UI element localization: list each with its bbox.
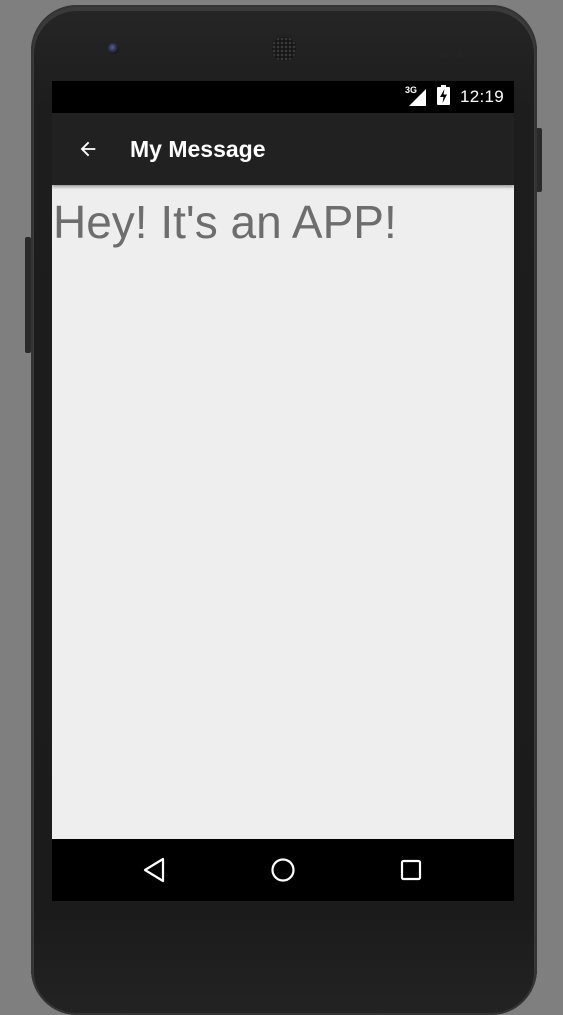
content-area: Hey! It's an APP! xyxy=(52,185,514,839)
page-title: My Message xyxy=(130,136,266,162)
light-sensor xyxy=(456,50,464,58)
home-circle-icon xyxy=(271,858,295,882)
back-triangle-icon xyxy=(143,857,165,883)
back-button[interactable] xyxy=(70,131,106,167)
earpiece-speaker xyxy=(272,37,296,61)
front-camera xyxy=(108,43,119,54)
navigation-bar xyxy=(52,839,514,901)
proximity-sensor xyxy=(439,50,447,58)
arrow-left-icon xyxy=(80,141,96,157)
status-bar: 3G 12:19 xyxy=(52,81,514,113)
app-bar: My Message xyxy=(52,113,514,185)
nav-home-button[interactable] xyxy=(267,854,299,886)
device-screen: 3G 12:19 My Message Hey! It's an APP! xyxy=(52,81,514,901)
status-clock: 12:19 xyxy=(459,87,504,106)
network-type-label: 3G xyxy=(404,85,417,95)
nav-recents-button[interactable] xyxy=(395,854,427,886)
message-text: Hey! It's an APP! xyxy=(53,196,397,248)
recents-square-icon xyxy=(400,859,422,881)
nav-back-button[interactable] xyxy=(138,854,170,886)
signal-icon: 3G xyxy=(404,85,427,107)
battery-charging-icon xyxy=(436,84,450,110)
